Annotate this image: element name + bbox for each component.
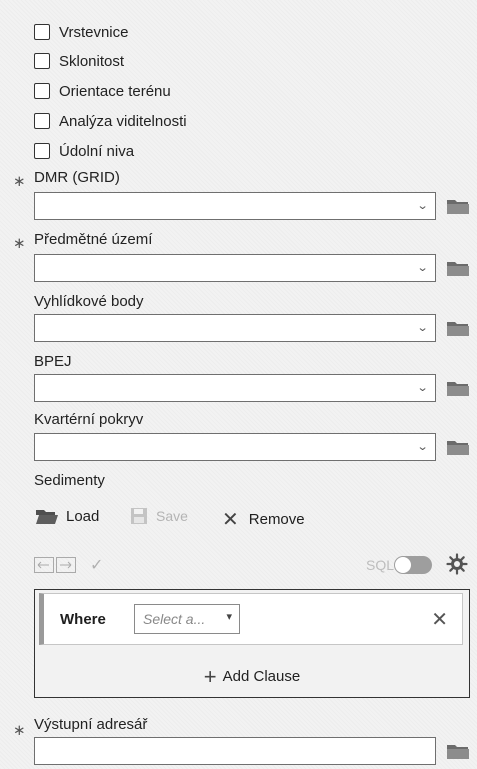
checkbox-box[interactable]: [34, 83, 50, 99]
folder-icon[interactable]: [446, 319, 470, 337]
field-select-placeholder: Select a...: [143, 611, 206, 627]
checkbox-box[interactable]: [34, 53, 50, 69]
kvarterni-pokryv-combobox[interactable]: ⌄: [34, 433, 436, 461]
bpej-combobox[interactable]: ⌄: [34, 374, 436, 402]
checkbox-label: Analýza viditelnosti: [59, 112, 187, 130]
chevron-down-icon[interactable]: ⌄: [416, 261, 428, 274]
chevron-down-icon[interactable]: ⌄: [416, 440, 428, 453]
checkbox-label: Sklonitost: [59, 52, 125, 70]
checkbox-box[interactable]: [34, 143, 50, 159]
add-clause-button[interactable]: + Add Clause: [35, 664, 469, 690]
checkbox-label: Údolní niva: [59, 142, 135, 160]
checkbox-box[interactable]: [34, 24, 50, 40]
dmr-combobox[interactable]: ⌄: [34, 192, 436, 220]
required-marker: ∗: [13, 173, 26, 190]
vyhlidkove-body-label: Vyhlídkové body: [34, 293, 144, 310]
required-marker: ∗: [13, 235, 26, 252]
sql-toggle[interactable]: [394, 556, 432, 574]
save-label: Save: [156, 508, 188, 524]
checkbox-analyza-viditelnosti[interactable]: Analýza viditelnosti: [34, 110, 187, 132]
sedimenty-label: Sedimenty: [34, 472, 105, 489]
kvarterni-pokryv-label: Kvartérní pokryv: [34, 411, 144, 428]
folder-open-icon: [36, 510, 58, 524]
chevron-down-icon[interactable]: ⌄: [416, 199, 428, 212]
vyhlidkove-body-combobox[interactable]: ⌄: [34, 314, 436, 342]
close-icon: ✕: [222, 509, 239, 531]
checkbox-orientace-terenu[interactable]: Orientace terénu: [34, 80, 171, 102]
chevron-down-icon: ▾: [226, 611, 232, 623]
add-clause-label: Add Clause: [222, 668, 301, 685]
folder-icon[interactable]: [446, 742, 470, 760]
checkbox-label: Orientace terénu: [59, 82, 171, 100]
checkbox-sklonitost[interactable]: Sklonitost: [34, 50, 124, 72]
folder-icon[interactable]: [446, 197, 470, 215]
remove-button[interactable]: ✕ Remove: [222, 507, 305, 532]
checkbox-box[interactable]: [34, 113, 50, 129]
vystupni-adresar-label: Výstupní adresář: [34, 716, 148, 733]
dmr-label: DMR (GRID): [34, 169, 120, 186]
vystupni-adresar-input[interactable]: [34, 737, 436, 765]
predmetne-uzemi-combobox[interactable]: ⌄: [34, 254, 436, 282]
check-icon[interactable]: ✓: [90, 555, 103, 575]
checkbox-udolni-niva[interactable]: Údolní niva: [34, 140, 134, 162]
remove-clause-icon[interactable]: ✕: [431, 607, 448, 632]
gear-icon[interactable]: [446, 553, 468, 575]
checkbox-label: Vrstevnice: [59, 23, 129, 41]
save-button[interactable]: Save: [130, 507, 188, 525]
field-select[interactable]: Select a... ▾: [134, 604, 240, 634]
where-label: Where: [60, 611, 106, 628]
bpej-label: BPEJ: [34, 353, 72, 370]
required-marker: ∗: [13, 722, 26, 739]
predmetne-uzemi-label: Předmětné území: [34, 231, 153, 248]
chevron-down-icon[interactable]: ⌄: [416, 321, 428, 334]
toggle-knob: [395, 557, 411, 573]
sql-label: SQL: [366, 557, 395, 573]
query-mode-icon[interactable]: [34, 557, 78, 573]
folder-icon[interactable]: [446, 379, 470, 397]
load-button[interactable]: Load: [34, 507, 99, 525]
folder-icon[interactable]: [446, 438, 470, 456]
load-label: Load: [66, 507, 100, 525]
plus-icon: +: [203, 664, 217, 689]
save-icon: [131, 508, 147, 524]
checkbox-vrstevnice[interactable]: Vrstevnice: [34, 21, 128, 43]
query-builder: Where Select a... ▾ ✕ + Add Clause: [34, 589, 470, 698]
chevron-down-icon[interactable]: ⌄: [416, 381, 428, 394]
where-clause: Where Select a... ▾ ✕: [39, 593, 463, 645]
remove-label: Remove: [248, 511, 305, 528]
folder-icon[interactable]: [446, 259, 470, 277]
